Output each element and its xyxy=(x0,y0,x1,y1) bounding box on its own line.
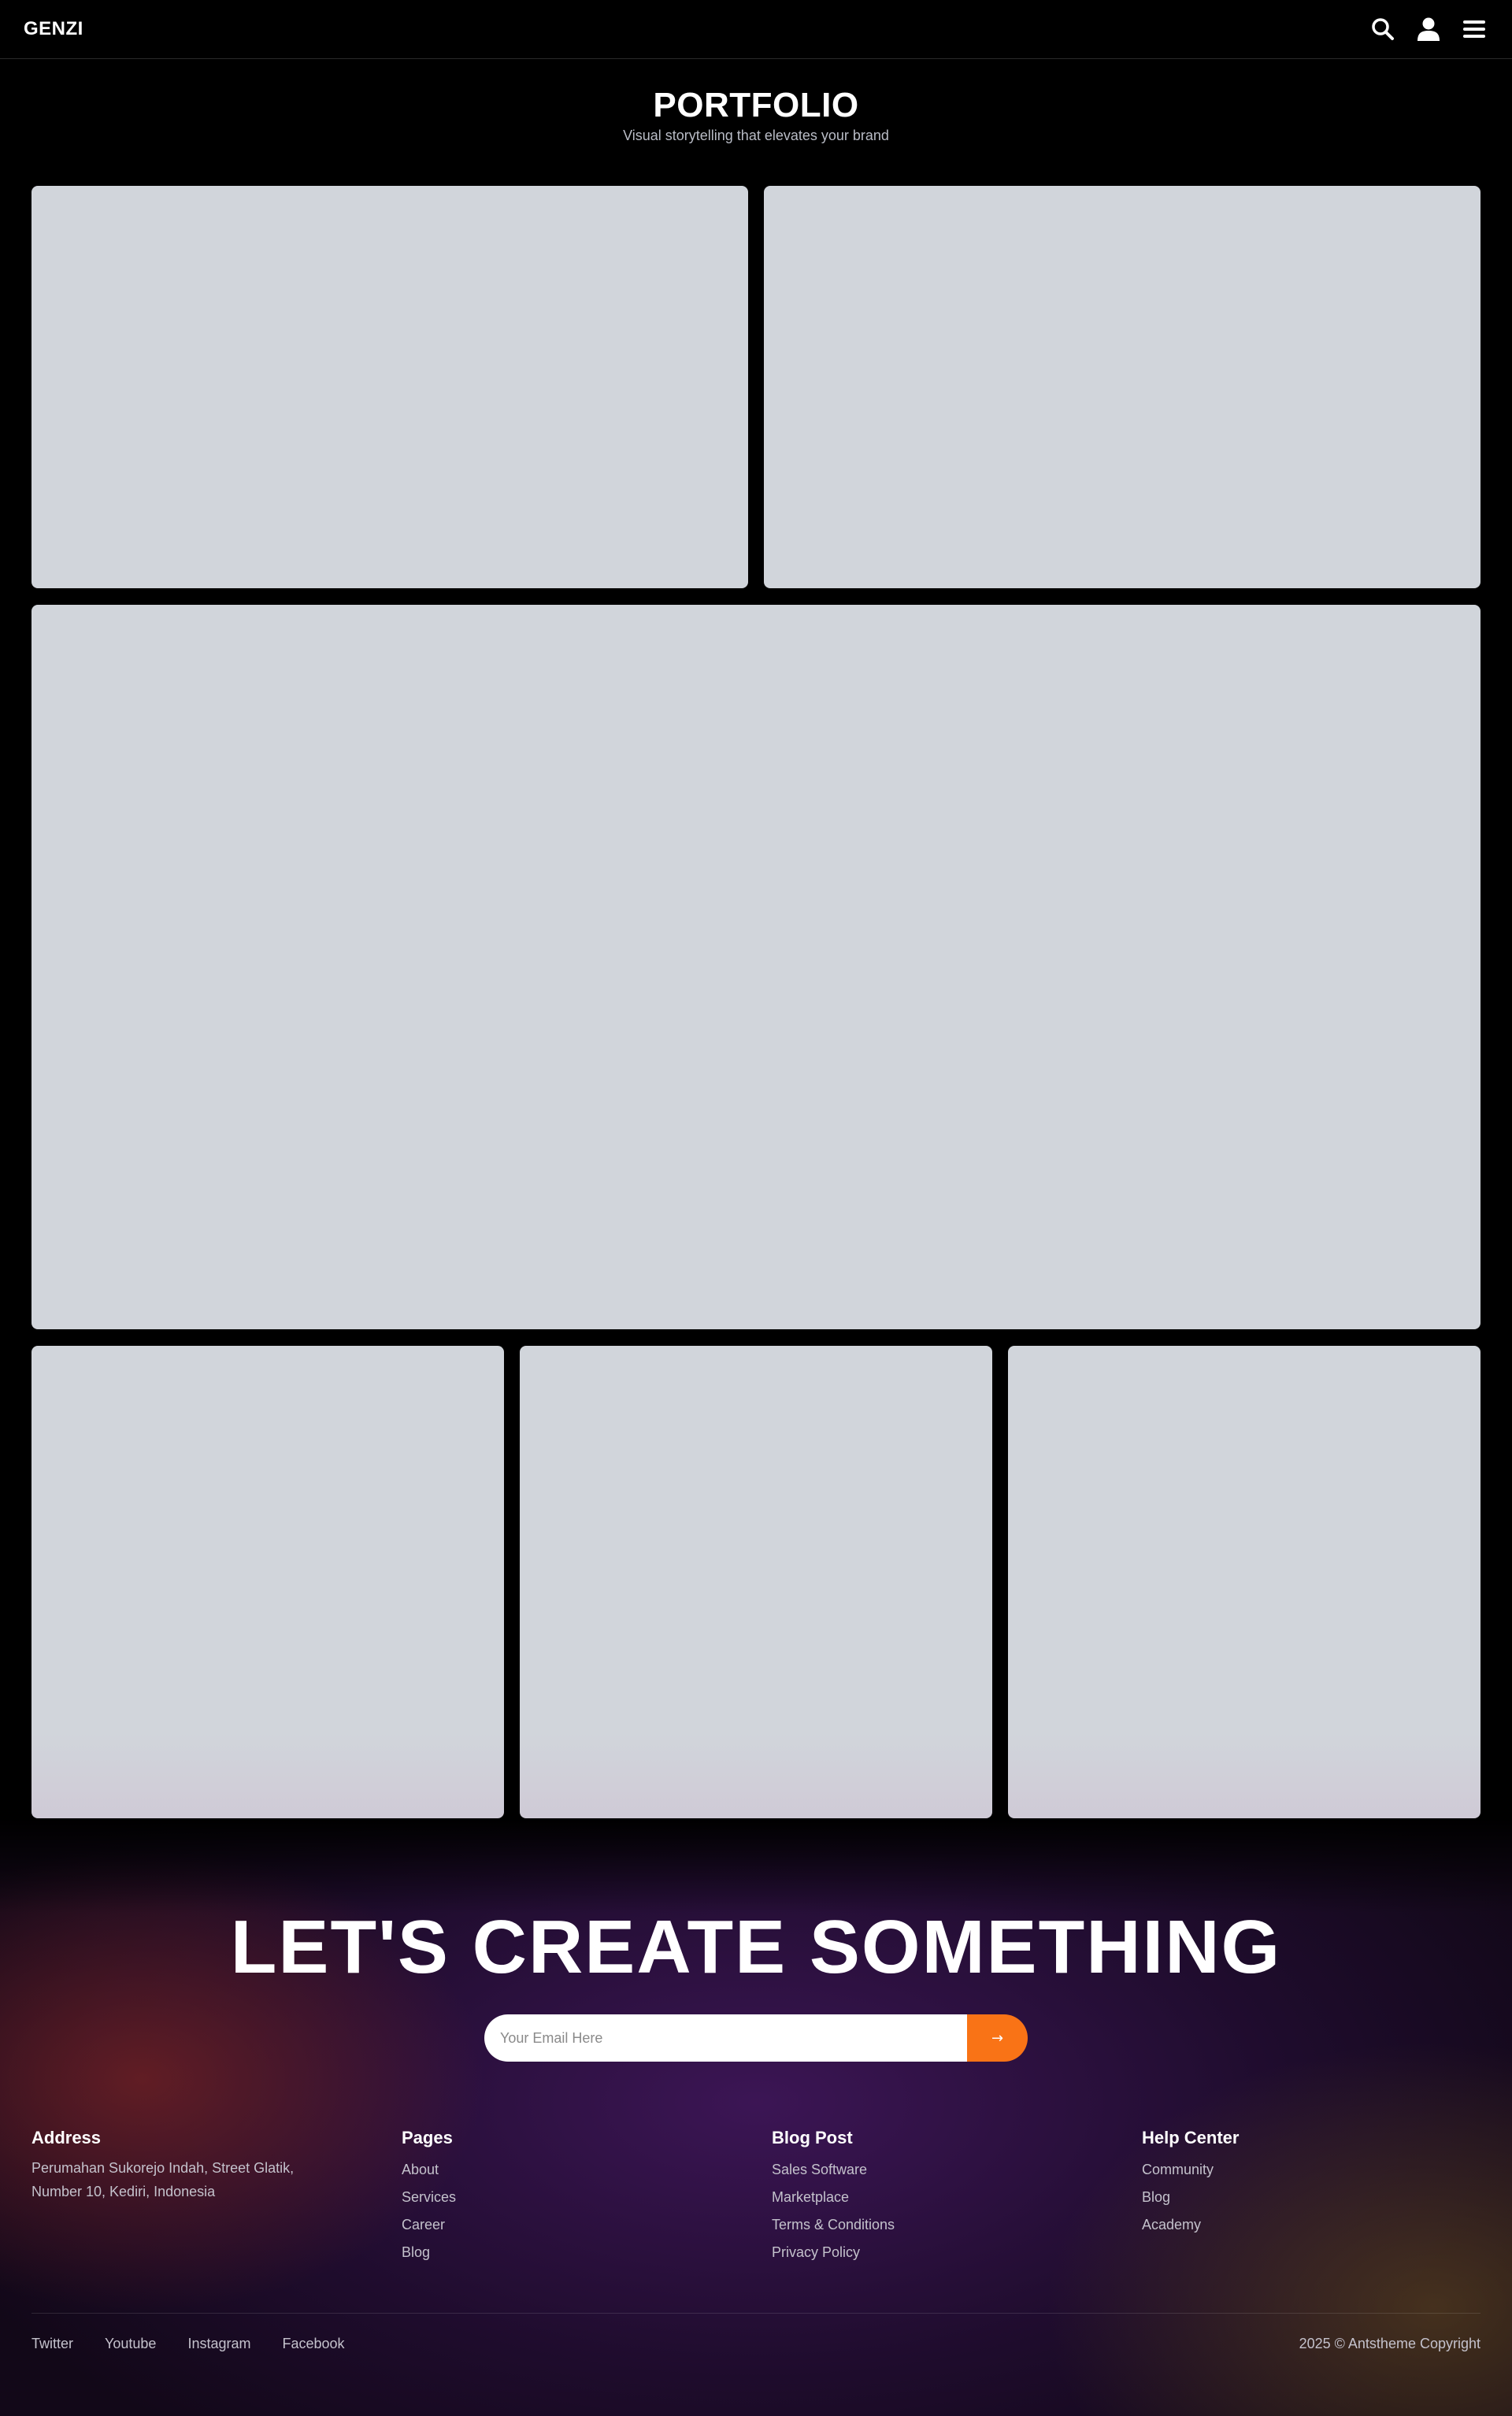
social-link-facebook[interactable]: Facebook xyxy=(282,2336,344,2352)
social-link-twitter[interactable]: Twitter xyxy=(32,2336,73,2352)
portfolio-item-3[interactable] xyxy=(32,1346,504,1818)
cta-title: LET'S CREATE SOMETHING xyxy=(230,1905,1282,1989)
footer: LET'S CREATE SOMETHING → Address Perumah… xyxy=(0,1819,1512,2416)
social-link-instagram[interactable]: Instagram xyxy=(187,2336,250,2352)
menu-icon[interactable] xyxy=(1460,15,1488,43)
footer-link-academy[interactable]: Academy xyxy=(1142,2211,1239,2239)
portfolio-item-5[interactable] xyxy=(1008,1346,1480,1818)
navbar: GENZI xyxy=(0,0,1512,59)
email-input[interactable] xyxy=(484,2014,967,2062)
footer-link-help-blog[interactable]: Blog xyxy=(1142,2184,1239,2211)
portfolio-subtitle: Visual storytelling that elevates your b… xyxy=(623,128,889,144)
user-icon[interactable] xyxy=(1414,15,1443,43)
footer-col-address: Address Perumahan Sukorejo Indah, Street… xyxy=(32,2128,299,2203)
blog-post-heading: Blog Post xyxy=(772,2128,853,2147)
footer-divider xyxy=(32,2313,1480,2314)
footer-link-services[interactable]: Services xyxy=(402,2184,456,2211)
social-links: Twitter Youtube Instagram Facebook xyxy=(32,2336,345,2352)
footer-link-terms[interactable]: Terms & Conditions xyxy=(772,2211,895,2239)
portfolio-item-2[interactable] xyxy=(764,186,1480,588)
help-center-heading: Help Center xyxy=(1142,2128,1240,2147)
address-heading: Address xyxy=(32,2128,102,2147)
footer-link-privacy[interactable]: Privacy Policy xyxy=(772,2239,895,2266)
address-text: Perumahan Sukorejo Indah, Street Glatik,… xyxy=(32,2160,295,2199)
nav-icons xyxy=(1369,15,1488,43)
submit-arrow-button[interactable]: → xyxy=(967,2014,1028,2062)
footer-link-sales-software[interactable]: Sales Software xyxy=(772,2156,895,2184)
footer-link-about[interactable]: About xyxy=(402,2156,456,2184)
footer-col-help-center: Help Center Community Blog Academy xyxy=(1142,2128,1239,2239)
portfolio-item-featured[interactable] xyxy=(32,605,1480,1329)
newsletter-form: → xyxy=(484,2014,1028,2062)
brand-logo[interactable]: GENZI xyxy=(24,18,83,40)
footer-col-pages: Pages About Services Career Blog xyxy=(402,2128,456,2266)
pages-heading: Pages xyxy=(402,2128,453,2147)
footer-link-community[interactable]: Community xyxy=(1142,2156,1239,2184)
footer-link-marketplace[interactable]: Marketplace xyxy=(772,2184,895,2211)
search-icon[interactable] xyxy=(1369,15,1397,43)
portfolio-item-1[interactable] xyxy=(32,186,748,588)
portfolio-header: PORTFOLIO Visual storytelling that eleva… xyxy=(0,86,1512,144)
portfolio-title: PORTFOLIO xyxy=(653,86,859,124)
portfolio-item-4[interactable] xyxy=(520,1346,992,1818)
social-link-youtube[interactable]: Youtube xyxy=(105,2336,156,2352)
copyright-text: 2025 © Antstheme Copyright xyxy=(1299,2336,1480,2351)
footer-col-blog-post: Blog Post Sales Software Marketplace Ter… xyxy=(772,2128,895,2266)
footer-link-career[interactable]: Career xyxy=(402,2211,456,2239)
footer-link-blog[interactable]: Blog xyxy=(402,2239,456,2266)
